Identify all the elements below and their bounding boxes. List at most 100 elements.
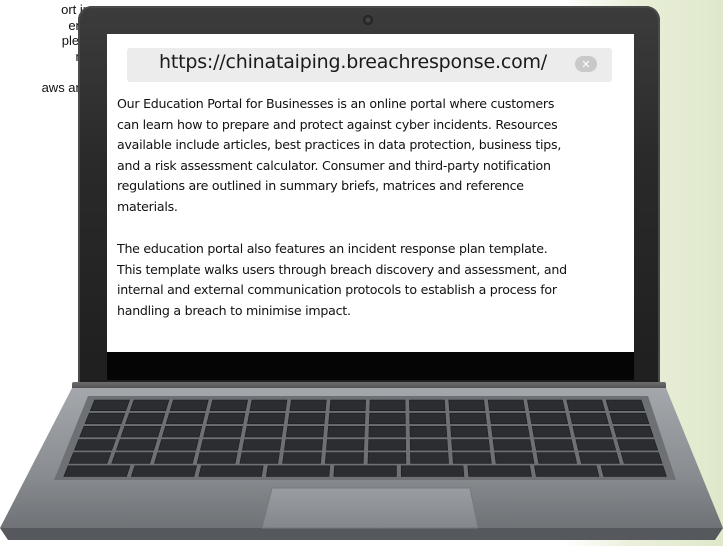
- keyboard-key: [326, 439, 365, 451]
- keyboard-key: [367, 452, 407, 464]
- keyboard-key: [400, 465, 465, 477]
- laptop-screen: https://chinataiping.breachresponse.com/…: [107, 34, 634, 380]
- keyboard-key: [489, 412, 528, 425]
- keyboard-key: [154, 452, 196, 464]
- keyboard-key: [569, 412, 609, 425]
- keyboard-key: [79, 426, 121, 438]
- keyboard-key: [161, 426, 203, 438]
- keyboard-key: [600, 465, 667, 477]
- keyboard-key: [613, 426, 654, 438]
- keyboard-key: [409, 412, 447, 425]
- keyboard-key: [450, 426, 489, 438]
- paragraph-1: Our Education Portal for Businesses is a…: [117, 94, 629, 217]
- keyboard-key: [492, 439, 533, 451]
- keyboard-key: [206, 412, 246, 425]
- text-line: regulations are outlined in summary brie…: [117, 178, 524, 193]
- caption-line: ort in: [61, 2, 90, 17]
- text-line: and a risk assessment calculator. Consum…: [117, 157, 551, 173]
- keyboard-key: [368, 426, 406, 438]
- webcam-icon: [363, 15, 373, 25]
- keyboard-key: [572, 426, 613, 438]
- keyboard-key: [566, 399, 606, 411]
- deck-edge: [0, 528, 723, 540]
- keyboard-key: [491, 426, 530, 438]
- background-caption: ort in ent, plete ng in aws and: [0, 2, 90, 95]
- keyboard-key: [324, 452, 364, 464]
- keyboard-deck: [0, 388, 723, 546]
- text-line: materials.: [117, 198, 178, 214]
- keyboard-key: [333, 465, 397, 477]
- keyboard-key: [265, 465, 331, 477]
- paragraph-2: The education portal also features an in…: [117, 239, 629, 321]
- text-line: Our Education Portal for Businesses is a…: [117, 96, 555, 111]
- text-line: handling a breach to minimise impact.: [117, 302, 351, 318]
- text-line: internal and external communication prot…: [117, 282, 557, 297]
- keyboard-key: [467, 465, 532, 477]
- keyboard-key: [125, 412, 166, 425]
- keyboard-key: [282, 452, 322, 464]
- caption-line: in: [0, 64, 90, 80]
- keyboard-key: [529, 412, 569, 425]
- keyboard-key: [287, 412, 326, 425]
- keyboard-key: [120, 426, 162, 438]
- screen-bezel-bottom: [107, 352, 634, 380]
- keyboard-key: [89, 399, 130, 411]
- page-content: Our Education Portal for Businesses is a…: [117, 94, 629, 321]
- keyboard-key: [284, 439, 324, 451]
- keyboard-key: [130, 465, 197, 477]
- keyboard-key: [289, 399, 327, 411]
- keyboard-key: [129, 399, 170, 411]
- keyboard-key: [84, 412, 126, 425]
- keyboard-key: [487, 399, 526, 411]
- keyboard-key: [531, 426, 572, 438]
- keyboard-key: [329, 399, 366, 411]
- keyboard-key: [68, 452, 112, 464]
- keyboard-key: [242, 439, 282, 451]
- keyboard-key: [620, 452, 663, 464]
- keyboard-key: [578, 452, 620, 464]
- keyboard-key: [200, 439, 241, 451]
- keyboard-key: [452, 452, 492, 464]
- keyboard-key: [247, 412, 286, 425]
- keyboard-key: [196, 452, 238, 464]
- keyboard-key: [285, 426, 325, 438]
- keyboard-key: [410, 452, 449, 464]
- keyboard-key: [409, 426, 448, 438]
- keyboard-key: [605, 399, 646, 411]
- text-line: can learn how to prepare and protect aga…: [117, 116, 558, 132]
- keyboard-key: [63, 465, 131, 477]
- keyboard-key: [409, 399, 446, 411]
- caption-line: aws and: [41, 79, 90, 95]
- keyboard-key: [527, 399, 566, 411]
- keyboard-key: [203, 426, 243, 438]
- keyboard-key: [534, 439, 575, 451]
- keyboard-key: [158, 439, 199, 451]
- keyboard-key: [198, 465, 264, 477]
- keyboard-key: [169, 399, 209, 411]
- keyboard-key: [244, 426, 284, 438]
- keyboard-key: [449, 412, 487, 425]
- keyboard-key: [575, 439, 617, 451]
- keyboard-key: [536, 452, 578, 464]
- address-bar[interactable]: https://chinataiping.breachresponse.com/…: [127, 48, 612, 82]
- keyboard-key: [409, 439, 449, 451]
- text-line: The education portal also features an in…: [117, 241, 548, 256]
- keyboard-key: [111, 452, 154, 464]
- caption-line: ent,: [0, 18, 90, 34]
- keyboard-key: [609, 412, 650, 425]
- keyboard-key: [368, 412, 406, 425]
- caption-line: ng: [0, 49, 90, 65]
- keyboard-key: [368, 439, 407, 451]
- keyboard-key: [451, 439, 491, 451]
- touchpad: [261, 487, 479, 529]
- keyboard-key: [328, 412, 366, 425]
- close-circle-icon[interactable]: ✕: [575, 56, 597, 72]
- keyboard-key: [534, 465, 600, 477]
- keyboard-key: [494, 452, 535, 464]
- keyboard-key: [327, 426, 365, 438]
- keyboard-key: [249, 399, 288, 411]
- keyboard-key: [165, 412, 206, 425]
- url-text[interactable]: https://chinataiping.breachresponse.com/: [159, 51, 547, 73]
- keyboard-key: [73, 439, 116, 451]
- text-line: available include articles, best practic…: [117, 137, 562, 152]
